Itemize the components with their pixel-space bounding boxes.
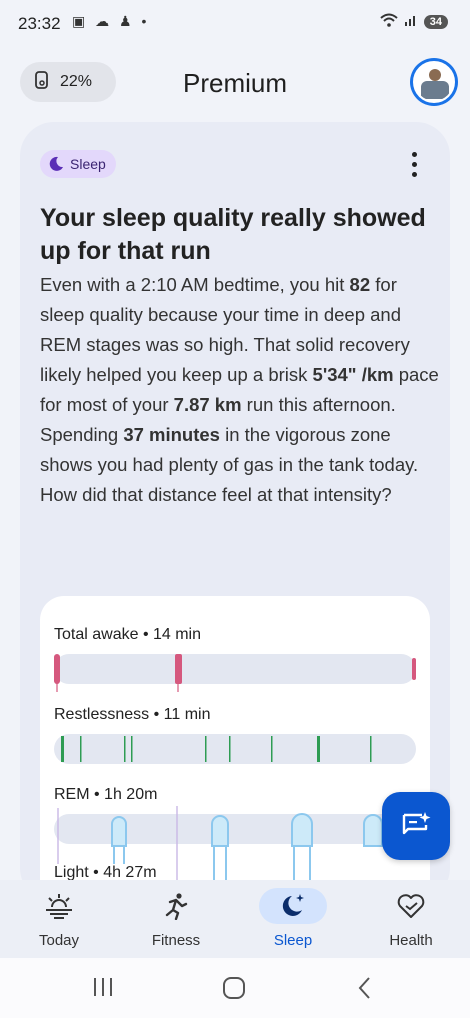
insight-paragraph-1: Even with a 2:10 AM bedtime, you hit 82 … xyxy=(40,274,439,415)
tab-health[interactable]: Health xyxy=(356,888,466,949)
app-header: 22% Premium xyxy=(0,52,470,116)
runner-icon xyxy=(121,888,231,924)
chip-label: Sleep xyxy=(70,156,106,172)
restlessness-marks xyxy=(61,736,372,762)
sleep-stages-chart: Total awake • 14 min Restlessness • 11 m… xyxy=(40,596,430,916)
rem-label: REM • 1h 20m xyxy=(54,786,158,803)
insight-headline: Your sleep quality really showed up for … xyxy=(40,204,426,265)
sleep-chip: Sleep xyxy=(40,150,116,178)
back-icon[interactable] xyxy=(356,976,374,1005)
wifi-icon xyxy=(380,13,398,30)
bottom-navigation: Today Fitness Sleep Health xyxy=(0,880,470,958)
tab-sleep[interactable]: Sleep xyxy=(238,888,348,949)
tab-fitness-label: Fitness xyxy=(151,932,201,949)
avatar[interactable] xyxy=(410,58,458,106)
heart-check-icon xyxy=(356,888,466,924)
avatar-photo xyxy=(413,61,455,103)
system-navigation xyxy=(0,958,470,1018)
tab-fitness[interactable]: Fitness xyxy=(121,888,231,949)
tab-today[interactable]: Today xyxy=(4,888,114,949)
moon-icon xyxy=(49,156,63,171)
more-options-icon[interactable] xyxy=(412,152,418,177)
page-title: Premium xyxy=(182,68,287,98)
sunrise-icon xyxy=(4,888,114,924)
tab-health-label: Health xyxy=(389,932,433,949)
total-awake-label: Total awake • 14 min xyxy=(54,626,202,643)
status-right: 34 xyxy=(380,13,448,30)
recents-icon[interactable] xyxy=(92,976,114,1003)
notification-icons: ▣ ☁ ♟ • xyxy=(72,13,150,29)
signal-icon xyxy=(404,13,418,30)
status-bar: 23:32 ▣ ☁ ♟ • 34 xyxy=(0,0,470,48)
restlessness-label: Restlessness • 11 min xyxy=(54,706,211,723)
home-icon[interactable] xyxy=(222,976,246,1005)
tab-today-label: Today xyxy=(38,932,80,949)
insight-paragraph-2: Spending 37 minutes in the vigorous zone… xyxy=(40,424,419,505)
awake-marks xyxy=(54,654,416,692)
tab-sleep-label: Sleep xyxy=(273,932,313,949)
insight-body: Even with a 2:10 AM bedtime, you hit 82 … xyxy=(40,270,440,510)
status-time: 23:32 xyxy=(18,14,61,33)
moon-stars-icon xyxy=(259,888,327,924)
battery-icon: 34 xyxy=(423,14,448,29)
insight-card: Sleep Your sleep quality really showed u… xyxy=(20,122,450,916)
chat-sparkle-icon xyxy=(402,812,431,835)
ask-coach-button[interactable] xyxy=(382,792,450,860)
